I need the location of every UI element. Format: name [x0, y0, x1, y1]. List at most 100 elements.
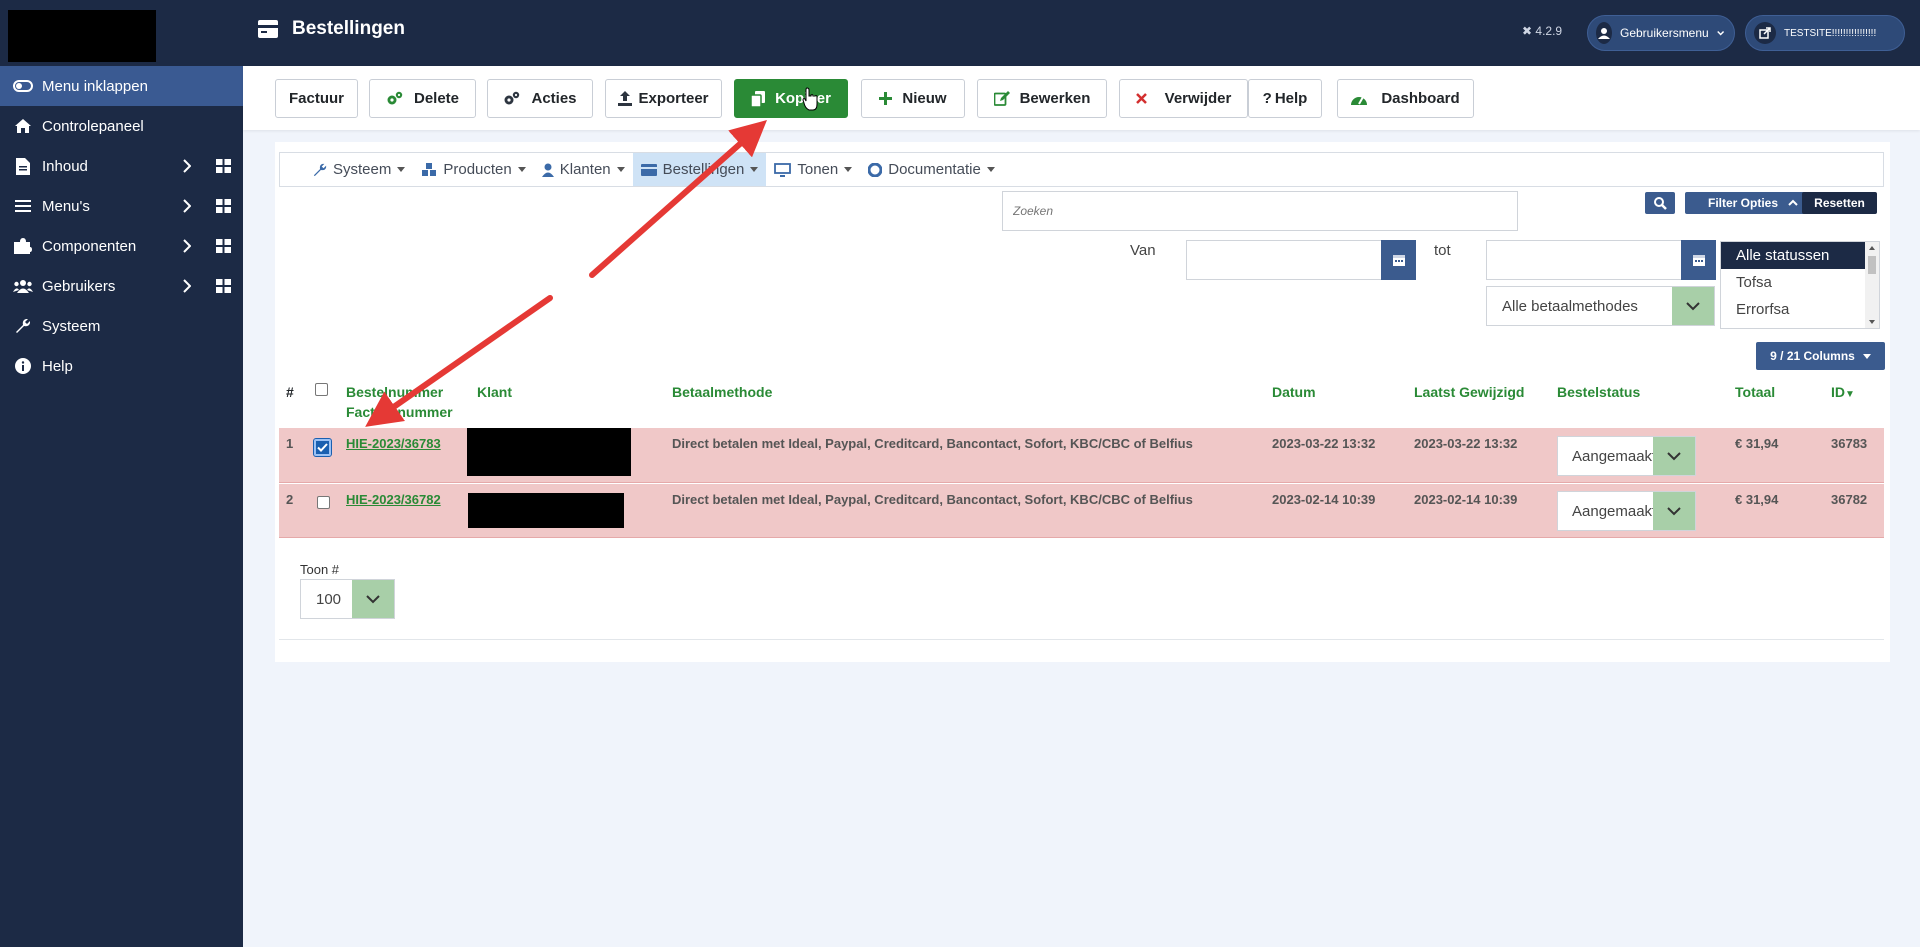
status-option[interactable]: Errorfsa — [1721, 296, 1879, 323]
row-checkbox[interactable] — [317, 496, 330, 509]
reset-button[interactable]: Resetten — [1802, 192, 1877, 214]
filter-options-button[interactable]: Filter Opties — [1685, 192, 1821, 214]
check-icon — [317, 443, 328, 452]
lifebuoy-icon — [868, 162, 883, 177]
dashboard-grid-icon[interactable] — [216, 239, 231, 253]
reset-label: Resetten — [1814, 196, 1865, 210]
order-number-link[interactable]: HIE-2023/36783 — [346, 436, 441, 451]
payment-method-value: Alle betaalmethodes — [1502, 297, 1638, 315]
sidebar-item-inhoud[interactable]: Inhoud — [0, 146, 243, 186]
dashboard-label: Dashboard — [1381, 90, 1460, 107]
sidebar-item-menus[interactable]: Menu's — [0, 186, 243, 226]
select-all-checkbox[interactable] — [315, 383, 328, 396]
dashboard-grid-icon[interactable] — [216, 159, 231, 173]
nieuw-button[interactable]: Nieuw — [861, 79, 965, 118]
col-header-totaal[interactable]: Totaal — [1735, 382, 1775, 402]
to-date-calendar-button[interactable] — [1681, 240, 1716, 280]
col-header-status[interactable]: Bestelstatus — [1557, 382, 1640, 402]
sidebar-item-label: Systeem — [42, 317, 101, 335]
order-status-select[interactable]: Aangemaakt — [1557, 491, 1696, 531]
col-header-id[interactable]: ID▼ — [1831, 382, 1855, 405]
from-date-input[interactable] — [1186, 240, 1382, 280]
status-option[interactable]: Tofsa — [1721, 269, 1879, 296]
version-number: 4.2.9 — [1535, 24, 1563, 38]
help-button[interactable]: ? Help — [1248, 79, 1322, 118]
toolbar: Factuur Delete Acties Exporteer Kopieer … — [243, 66, 1920, 130]
col-header-datum[interactable]: Datum — [1272, 382, 1316, 402]
row-checkbox[interactable] — [313, 438, 332, 457]
sidebar-item-label: Help — [42, 357, 73, 375]
list-icon — [12, 196, 34, 216]
col-header-klant[interactable]: Klant — [477, 382, 512, 402]
verwijder-button[interactable]: Verwijder — [1119, 79, 1248, 118]
table-row[interactable]: 2 HIE-2023/36782 Direct betalen met Idea… — [279, 484, 1884, 538]
close-icon — [1135, 93, 1147, 104]
exporteer-button[interactable]: Exporteer — [605, 79, 722, 118]
factuur-label: Factuur — [288, 90, 344, 107]
subnav-systeem[interactable]: Systeem — [305, 153, 413, 186]
status-option[interactable]: Alle statussen — [1721, 242, 1879, 269]
delete-button[interactable]: Delete — [369, 79, 476, 118]
sidebar-item-controlepaneel[interactable]: Controlepaneel — [0, 106, 243, 146]
modified-cell: 2023-02-14 10:39 — [1414, 492, 1518, 507]
subnav-documentatie[interactable]: Documentatie — [860, 153, 1003, 186]
chevron-up-icon — [1788, 199, 1798, 206]
site-logo[interactable] — [8, 10, 156, 62]
bewerken-label: Bewerken — [1019, 90, 1091, 107]
dashboard-button[interactable]: Dashboard — [1337, 79, 1474, 118]
order-status-value: Aangemaakt — [1572, 502, 1657, 520]
caret-down-icon — [616, 167, 625, 172]
sidebar-item-label: Gebruikers — [42, 277, 116, 295]
subnav-label: Producten — [443, 161, 512, 178]
version-label: ✖ 4.2.9 — [1522, 24, 1562, 38]
site-link-button[interactable]: TESTSITE!!!!!!!!!!!!!!!! — [1745, 15, 1905, 51]
user-menu-label: Gebruikersmenu — [1620, 26, 1709, 40]
search-input[interactable] — [1002, 191, 1518, 231]
plus-icon — [879, 92, 893, 105]
search-button[interactable] — [1645, 192, 1675, 214]
subnav-producten[interactable]: Producten — [413, 153, 533, 186]
kopieer-button[interactable]: Kopieer — [734, 79, 848, 118]
user-menu-button[interactable]: Gebruikersmenu — [1587, 15, 1735, 51]
subnav-bestellingen[interactable]: Bestellingen — [632, 153, 767, 186]
row-number: 1 — [286, 436, 294, 451]
from-date-calendar-button[interactable] — [1381, 240, 1416, 280]
sidebar-item-componenten[interactable]: Componenten — [0, 226, 243, 266]
list-limit-value: 100 — [316, 590, 342, 608]
acties-button[interactable]: Acties — [487, 79, 593, 118]
dashboard-grid-icon[interactable] — [216, 199, 231, 213]
payment-method-cell: Direct betalen met Ideal, Paypal, Credit… — [672, 492, 1193, 507]
factuur-button[interactable]: Factuur — [275, 79, 358, 118]
col-header-order-number[interactable]: Bestelnummer — [346, 382, 443, 402]
bewerken-button[interactable]: Bewerken — [977, 79, 1107, 118]
payment-method-select[interactable]: Alle betaalmethodes — [1486, 286, 1715, 326]
edit-icon — [993, 91, 1010, 106]
sidebar-item-systeem[interactable]: Systeem — [0, 306, 243, 346]
col-header-betaalmethode[interactable]: Betaalmethode — [672, 382, 772, 402]
columns-button[interactable]: 9 / 21 Columns — [1756, 342, 1885, 370]
table-row[interactable]: 1 HIE-2023/36783 Direct betalen met Idea… — [279, 428, 1884, 483]
listbox-scrollbar[interactable] — [1865, 242, 1879, 328]
subnav-tonen[interactable]: Tonen — [766, 153, 860, 186]
col-header-gewijzigd[interactable]: Laatst Gewijzigd — [1414, 382, 1524, 402]
sidebar-item-help[interactable]: Help — [0, 346, 243, 386]
id-cell: 36783 — [1831, 436, 1868, 451]
subnav-klanten[interactable]: Klanten — [534, 153, 633, 186]
list-limit-select[interactable]: 100 — [300, 579, 395, 619]
user-icon — [541, 163, 554, 177]
order-number-link[interactable]: HIE-2023/36782 — [346, 492, 441, 507]
col-header-num: # — [286, 384, 294, 400]
caret-down-icon — [1862, 353, 1871, 359]
col-header-invoice-number[interactable]: Factuurnummer — [346, 402, 453, 422]
sidebar-item-gebruikers[interactable]: Gebruikers — [0, 266, 243, 306]
cogs-icon — [504, 91, 520, 105]
caret-down-icon — [750, 167, 759, 172]
to-date-input[interactable] — [1486, 240, 1682, 280]
status-filter-listbox[interactable]: Alle statussen Tofsa Errorfsa — [1720, 241, 1880, 329]
sidebar-item-collapse[interactable]: Menu inklappen — [0, 66, 243, 106]
order-status-select[interactable]: Aangemaakt — [1557, 436, 1696, 476]
date-cell: 2023-02-14 10:39 — [1272, 492, 1376, 507]
page-title: Bestellingen — [292, 18, 405, 39]
list-limit-label: Toon # — [300, 562, 340, 577]
dashboard-grid-icon[interactable] — [216, 279, 231, 293]
